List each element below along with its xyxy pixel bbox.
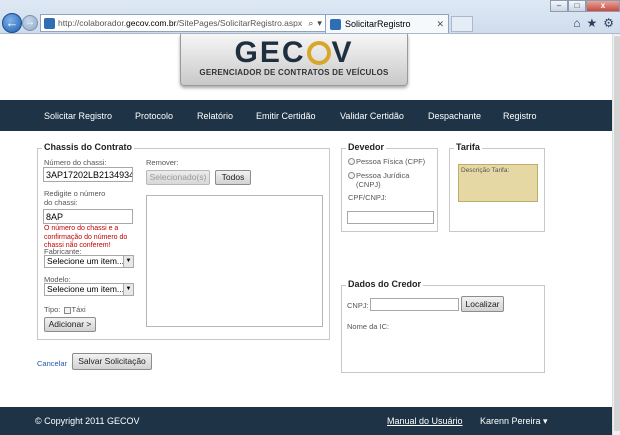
credor-cnpj-label: CNPJ:: [347, 301, 369, 310]
arrow-left-icon: ←: [5, 15, 19, 30]
manual-usuario-link[interactable]: Manual do Usuário: [387, 416, 463, 426]
numero-chassi-label: Número do chassi:: [44, 158, 107, 167]
chevron-down-icon: ▼: [123, 284, 133, 295]
dropdown-icon[interactable]: ▾: [317, 18, 322, 29]
radio-icon: [348, 158, 355, 165]
nav-despachante[interactable]: Despachante: [428, 111, 481, 121]
back-button[interactable]: ←: [2, 13, 22, 33]
devedor-legend: Devedor: [346, 142, 387, 152]
salvar-solicitacao-button[interactable]: Salvar Solicitação: [72, 353, 152, 370]
address-url[interactable]: http://colaborador.gecov.com.br/SitePage…: [58, 18, 308, 28]
logo-o-ring: [306, 41, 331, 65]
address-bar[interactable]: http://colaborador.gecov.com.br/SitePage…: [40, 14, 350, 32]
tarifa-fieldset: Tarifa Descrição Tarifa:: [449, 142, 545, 232]
tab-favicon-icon: [330, 18, 341, 30]
nav-validar-certidao[interactable]: Validar Certidão: [340, 111, 404, 121]
adicionar-button[interactable]: Adicionar >: [44, 317, 96, 332]
cpf-cnpj-input[interactable]: [347, 211, 434, 224]
remover-selecionados-button[interactable]: Selecionado(s): [146, 170, 210, 185]
page-content: GEC V GERENCIADOR DE CONTRATOS DE VEÍCULO…: [0, 34, 612, 435]
nav-solicitar-registro[interactable]: Solicitar Registro: [44, 111, 112, 121]
main-nav: Solicitar Registro Protocolo Relatório E…: [0, 100, 612, 131]
gecov-logo: GEC V GERENCIADOR DE CONTRATOS DE VEÍCULO…: [180, 34, 408, 86]
pessoa-juridica-radio[interactable]: Pessoa Jurídica (CNPJ): [348, 171, 428, 189]
chassis-legend: Chassis do Contrato: [42, 142, 135, 152]
forward-button[interactable]: →: [22, 15, 38, 31]
radio-icon: [348, 172, 355, 179]
window-controls: – □ x: [550, 0, 620, 14]
new-tab-button[interactable]: [451, 16, 473, 32]
remover-todos-button[interactable]: Todos: [215, 170, 251, 185]
redigite-chassi-input[interactable]: 8AP: [43, 209, 133, 224]
close-window-button[interactable]: x: [586, 0, 620, 12]
localizar-button[interactable]: Localizar: [461, 296, 504, 312]
gear-icon[interactable]: ⚙: [603, 16, 614, 30]
tarifa-legend: Tarifa: [454, 142, 482, 152]
vertical-scrollbar[interactable]: [612, 34, 620, 435]
close-tab-icon[interactable]: ✕: [436, 19, 444, 30]
user-menu[interactable]: Karenn Pereira ▾: [480, 416, 548, 427]
nav-registro[interactable]: Registro: [503, 111, 537, 121]
numero-chassi-input[interactable]: 3AP17202LB2134934: [43, 167, 133, 182]
tab-title: SolicitarRegistro: [345, 19, 411, 29]
arrow-right-icon: →: [25, 17, 35, 28]
nome-ic-label: Nome da IC:: [347, 322, 390, 331]
tarifa-descricao-label: Descrição Tarifa:: [461, 167, 510, 174]
chassis-fieldset: Chassis do Contrato Número do chassi: 3A…: [37, 142, 330, 340]
credor-cnpj-input[interactable]: [370, 298, 459, 311]
devedor-fieldset: Devedor Pessoa Física (CPF) Pessoa Juríd…: [341, 142, 438, 232]
scrollbar-thumb[interactable]: [614, 36, 620, 431]
minimize-button[interactable]: –: [550, 0, 568, 12]
nav-protocolo[interactable]: Protocolo: [135, 111, 173, 121]
browser-chrome: – □ x ← → http://colaborador.gecov.com.b…: [0, 0, 620, 34]
nav-emitir-certidao[interactable]: Emitir Certidão: [256, 111, 316, 121]
tab-solicitar-registro[interactable]: SolicitarRegistro ✕: [325, 14, 449, 33]
fabricante-select[interactable]: Selecione um item... ▼: [44, 255, 134, 268]
chevron-down-icon: ▼: [123, 256, 133, 267]
footer-copyright: © Copyright 2011 GECOV: [35, 416, 140, 426]
credor-fieldset: Dados do Credor CNPJ: Localizar Nome da …: [341, 279, 545, 373]
credor-legend: Dados do Credor: [346, 279, 424, 289]
modelo-select[interactable]: Selecione um item... ▼: [44, 283, 134, 296]
taxi-label: Táxi: [71, 305, 86, 314]
redigite-chassi-label: Redigite o número do chassi:: [44, 189, 106, 207]
nav-relatorio[interactable]: Relatório: [197, 111, 233, 121]
logo-title: GEC V: [234, 36, 354, 69]
chassis-listbox[interactable]: [146, 195, 323, 327]
footer: © Copyright 2011 GECOV Manual do Usuário…: [0, 407, 612, 435]
logo-subtitle: GERENCIADOR DE CONTRATOS DE VEÍCULOS: [199, 68, 389, 77]
taxi-checkbox[interactable]: [63, 306, 71, 314]
tipo-row: Tipo: Táxi: [44, 305, 86, 314]
maximize-button[interactable]: □: [568, 0, 586, 12]
pessoa-fisica-radio[interactable]: Pessoa Física (CPF): [348, 157, 425, 166]
tarifa-descricao-box: Descrição Tarifa:: [458, 164, 538, 202]
cpf-cnpj-label: CPF/CNPJ:: [348, 193, 387, 202]
remover-label: Remover:: [146, 158, 179, 167]
site-favicon-icon: [44, 17, 55, 29]
home-icon[interactable]: ⌂: [573, 16, 580, 30]
cancelar-link[interactable]: Cancelar: [37, 359, 67, 368]
search-icon[interactable]: ⌕: [308, 18, 313, 29]
star-icon[interactable]: ★: [586, 16, 597, 30]
